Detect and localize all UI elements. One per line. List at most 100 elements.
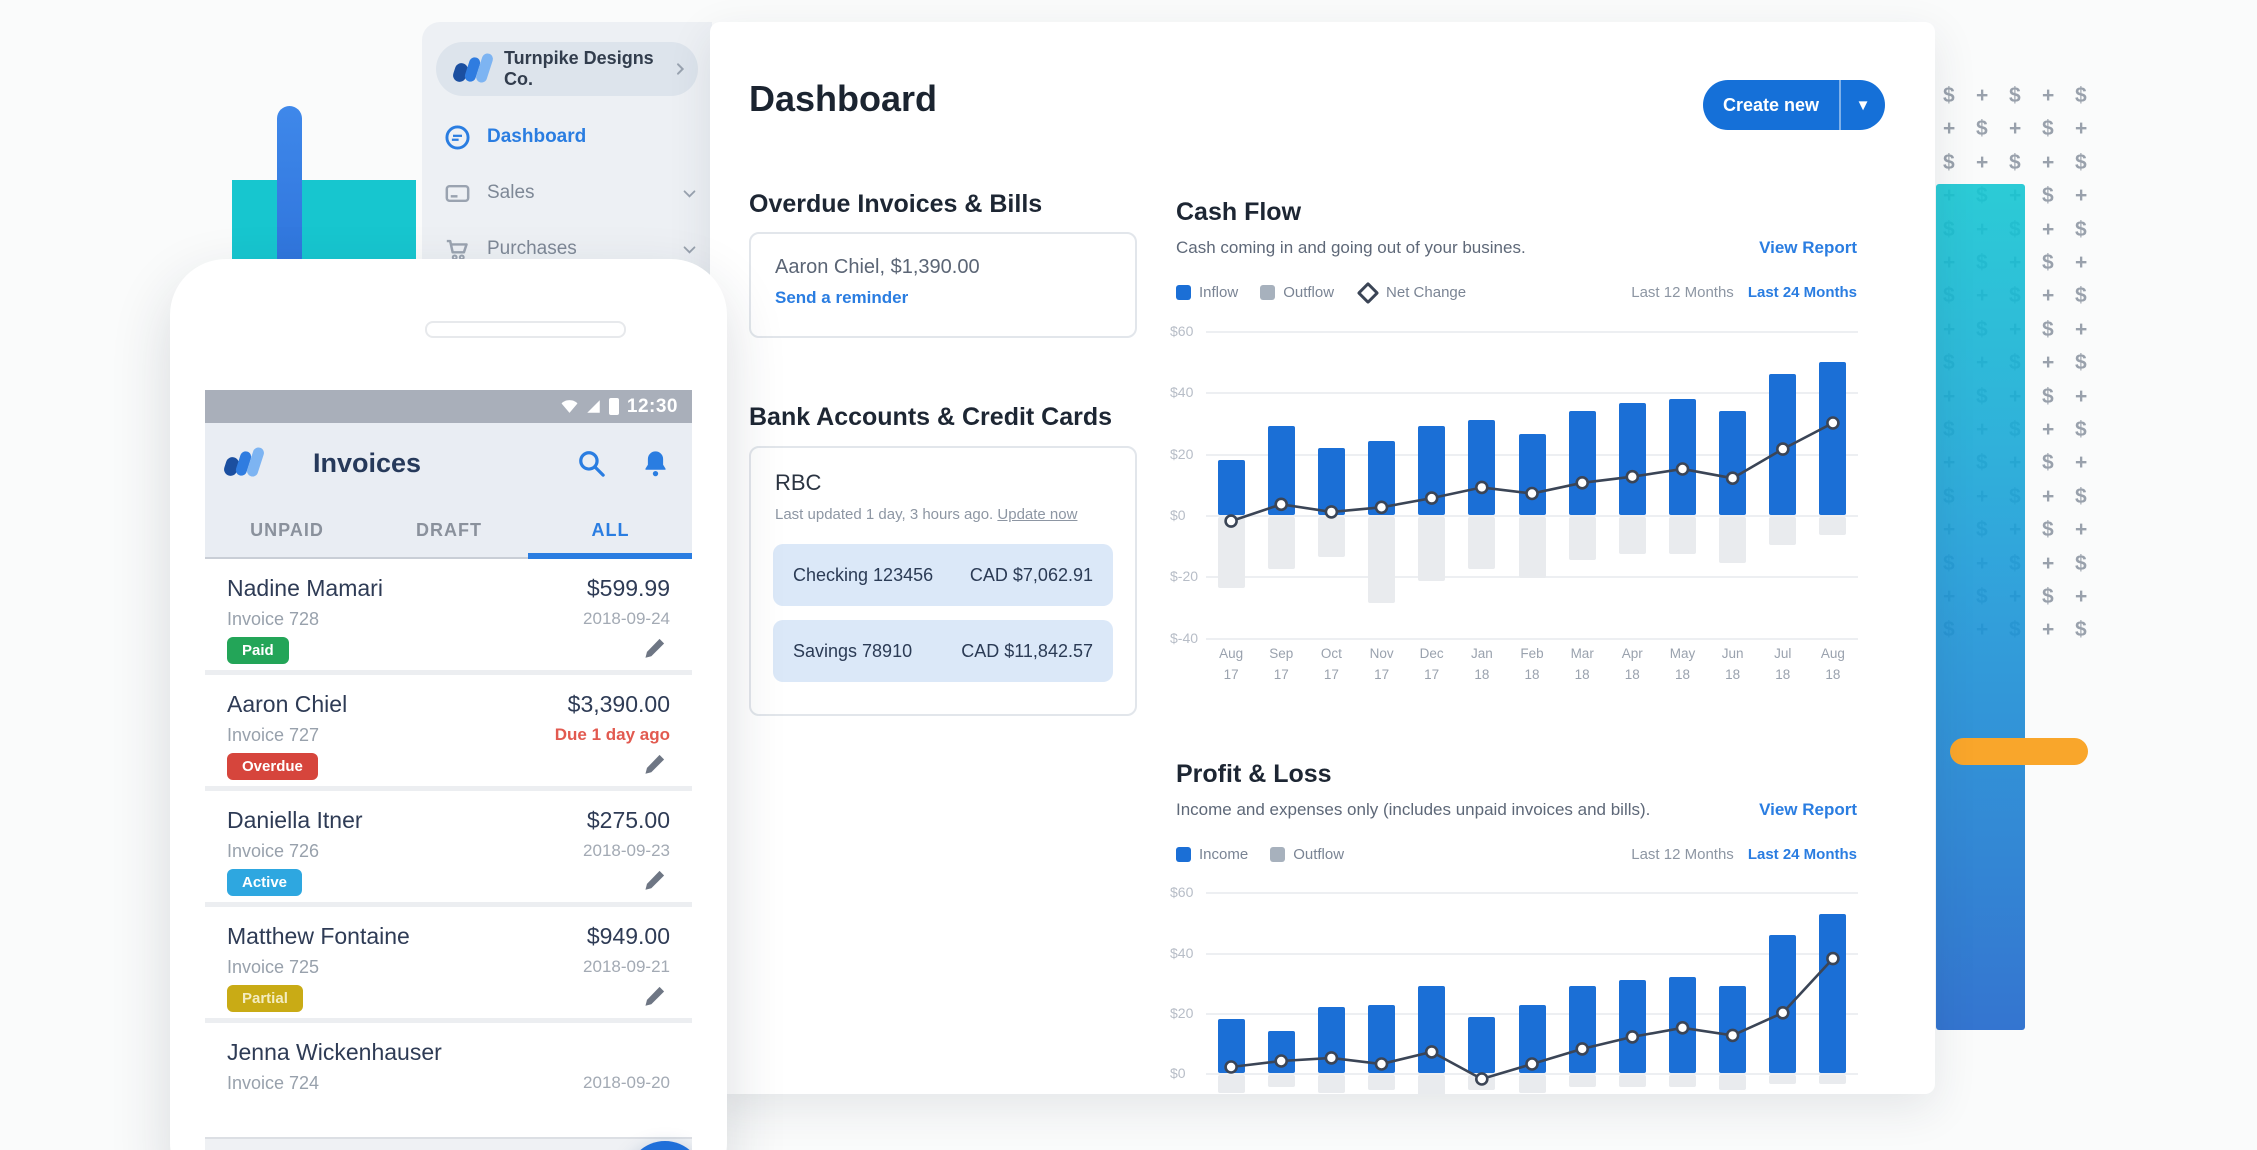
inflow-bar xyxy=(1719,986,1746,1073)
status-time: 12:30 xyxy=(627,396,678,418)
invoice-list-item[interactable]: Nadine Mamari Invoice 728 Paid $599.99 2… xyxy=(205,559,692,675)
x-axis-label: Apr18 xyxy=(1607,644,1657,682)
edit-pencil-icon[interactable] xyxy=(642,635,668,661)
pattern-glyph: + xyxy=(2042,485,2054,509)
create-new-button[interactable]: Create new ▼ xyxy=(1703,80,1885,130)
profitloss-range-12-months[interactable]: Last 12 Months xyxy=(1631,846,1734,863)
x-axis-label: Sep17 xyxy=(1256,644,1306,682)
pattern-glyph: + xyxy=(2042,618,2054,642)
app-header: Invoices xyxy=(205,423,692,503)
tab-draft[interactable]: DRAFT xyxy=(369,520,529,541)
account-row-savings[interactable]: Savings 78910 CAD $11,842.57 xyxy=(773,620,1113,682)
x-axis-label: Dec17 xyxy=(1407,644,1457,682)
tab-unpaid[interactable]: UNPAID xyxy=(205,520,369,541)
gridline xyxy=(1206,892,1858,894)
gradient-decor-bar xyxy=(1936,184,2025,1030)
invoice-amount: $949.00 xyxy=(587,923,670,950)
inflow-bar xyxy=(1619,403,1646,515)
outflow-bar xyxy=(1819,1075,1846,1084)
inflow-legend-label: Inflow xyxy=(1199,284,1238,301)
account-label: Checking 123456 xyxy=(793,565,933,586)
y-axis-label: $-40 xyxy=(1170,630,1198,646)
profitloss-heading: Profit & Loss xyxy=(1176,760,1332,789)
income-legend-label: Income xyxy=(1199,846,1248,863)
cashflow-heading: Cash Flow xyxy=(1176,198,1301,227)
bank-updated-text: Last updated 1 day, 3 hours ago. Update … xyxy=(775,506,1111,523)
account-label: Savings 78910 xyxy=(793,641,912,662)
update-now-link[interactable]: Update now xyxy=(997,506,1077,523)
inflow-bar xyxy=(1218,460,1245,515)
pattern-glyph: $ xyxy=(2075,84,2087,108)
cashflow-range-24-months[interactable]: Last 24 Months xyxy=(1748,284,1857,301)
create-new-label: Create new xyxy=(1703,95,1839,116)
invoice-date: 2018-09-23 xyxy=(583,841,670,861)
outflow-bar xyxy=(1819,517,1846,535)
search-icon[interactable] xyxy=(576,448,607,479)
pattern-glyph: $ xyxy=(2042,184,2054,208)
phone-speaker xyxy=(425,321,626,338)
pattern-glyph: + xyxy=(1943,117,1955,141)
pattern-glyph: + xyxy=(1976,84,1988,108)
bottom-nav xyxy=(205,1137,692,1150)
outflow-bar xyxy=(1719,1075,1746,1090)
y-axis-label: $20 xyxy=(1170,446,1193,462)
outflow-bar xyxy=(1619,1075,1646,1087)
pattern-glyph: $ xyxy=(1943,84,1955,108)
inflow-bar xyxy=(1769,935,1796,1074)
gridline xyxy=(1206,331,1858,333)
pattern-glyph: $ xyxy=(2075,552,2087,576)
cell-signal-icon xyxy=(586,399,601,414)
invoice-list-item[interactable]: Aaron Chiel Invoice 727 Overdue $3,390.0… xyxy=(205,675,692,791)
pattern-glyph: $ xyxy=(2075,151,2087,175)
chevron-down-icon xyxy=(681,185,698,202)
x-axis-label: Jun18 xyxy=(1708,644,1758,682)
tab-all[interactable]: ALL xyxy=(529,520,692,541)
pattern-glyph: + xyxy=(2075,117,2087,141)
cashflow-subtitle: Cash coming in and going out of your bus… xyxy=(1176,238,1526,258)
cashflow-view-report-link[interactable]: View Report xyxy=(1759,238,1857,258)
inflow-bar xyxy=(1368,1005,1395,1073)
cashflow-chart: $60$40$20$0$-20$-40Aug17Sep17Oct17Nov17D… xyxy=(1170,322,1860,682)
sidebar-item-label: Dashboard xyxy=(487,126,698,148)
account-balance: CAD $11,842.57 xyxy=(961,641,1093,662)
chevron-down-icon[interactable]: ▼ xyxy=(1841,97,1885,114)
bell-icon[interactable] xyxy=(641,448,670,479)
inflow-bar xyxy=(1769,374,1796,515)
status-badge: Overdue xyxy=(227,753,318,780)
inflow-bar xyxy=(1268,1031,1295,1073)
pattern-glyph: $ xyxy=(2042,385,2054,409)
y-axis-label: $60 xyxy=(1170,323,1193,339)
invoice-list-item[interactable]: Daniella Itner Invoice 726 Active $275.0… xyxy=(205,791,692,907)
edit-pencil-icon[interactable] xyxy=(642,751,668,777)
tabs-bar: UNPAID DRAFT ALL xyxy=(205,503,692,559)
profitloss-view-report-link[interactable]: View Report xyxy=(1759,800,1857,820)
gridline xyxy=(1206,392,1858,394)
y-axis-label: $60 xyxy=(1170,884,1193,900)
send-reminder-link[interactable]: Send a reminder xyxy=(775,288,1111,308)
inflow-bar xyxy=(1569,411,1596,515)
edit-pencil-icon[interactable] xyxy=(642,867,668,893)
bank-name: RBC xyxy=(775,470,1111,496)
company-switcher[interactable]: Turnpike Designs Co. xyxy=(436,42,698,96)
account-row-checking[interactable]: Checking 123456 CAD $7,062.91 xyxy=(773,544,1113,606)
outflow-legend-swatch xyxy=(1260,285,1275,300)
profitloss-range-24-months[interactable]: Last 24 Months xyxy=(1748,846,1857,863)
inflow-bar xyxy=(1719,411,1746,515)
invoice-list-item[interactable]: Jenna Wickenhauser Invoice 724 2018-09-2… xyxy=(205,1023,692,1139)
pattern-glyph: $ xyxy=(2075,218,2087,242)
dashboard-icon xyxy=(444,124,471,151)
edit-pencil-icon[interactable] xyxy=(642,983,668,1009)
inflow-bar xyxy=(1569,986,1596,1073)
sidebar-item-dashboard[interactable]: Dashboard xyxy=(444,120,698,154)
phone-mockup: 12:30 Invoices UNPAID DRAFT ALL xyxy=(170,259,727,1150)
inflow-bar xyxy=(1418,426,1445,515)
outflow-bar xyxy=(1418,1075,1445,1094)
sidebar-item-sales[interactable]: Sales xyxy=(444,176,698,210)
pattern-glyph: + xyxy=(2042,284,2054,308)
inflow-bar xyxy=(1819,362,1846,515)
invoice-list-item[interactable]: Matthew Fontaine Invoice 725 Partial $94… xyxy=(205,907,692,1023)
wave-logo-icon xyxy=(223,447,265,479)
overdue-card: Aaron Chiel, $1,390.00 Send a reminder xyxy=(749,232,1137,338)
outflow-bar xyxy=(1669,517,1696,554)
cashflow-range-12-months[interactable]: Last 12 Months xyxy=(1631,284,1734,301)
